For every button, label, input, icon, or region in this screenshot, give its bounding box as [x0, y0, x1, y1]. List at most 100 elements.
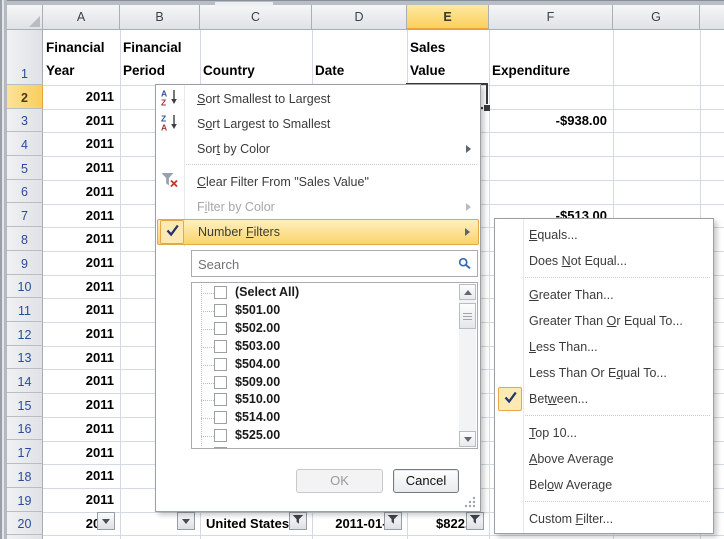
filter-dropdown-button-A[interactable] [97, 512, 115, 530]
list-item-value[interactable]: $525.00 [192, 428, 442, 446]
cell-A6[interactable]: 2011 [43, 180, 120, 204]
row-header-7[interactable]: 7 [7, 204, 43, 228]
cell-A2[interactable]: 2011 [43, 85, 120, 109]
menu-item-filter-by-color[interactable]: Filter by Color [157, 194, 479, 219]
cancel-button[interactable]: Cancel [393, 469, 459, 493]
menu-item-sort-smallest-to-largest[interactable]: AZSort Smallest to Largest [157, 86, 479, 111]
row-header-6[interactable]: 6 [7, 180, 43, 204]
value-checkbox[interactable] [214, 286, 227, 299]
menu-item-clear-filter[interactable]: Clear Filter From "Sales Value" [157, 169, 479, 194]
select-all-corner[interactable] [7, 5, 43, 30]
cell-A15[interactable]: 2011 [43, 393, 120, 417]
menu-item-sort-by-color[interactable]: Sort by Color [157, 136, 479, 161]
row-header-4[interactable]: 4 [7, 132, 43, 156]
submenu-item-less-than[interactable]: Less Than... [496, 334, 712, 360]
row-header-16[interactable]: 16 [7, 417, 43, 441]
list-item-value[interactable]: $504.00 [192, 357, 442, 375]
fill-handle[interactable] [483, 104, 490, 111]
header-cell-B[interactable]: FinancialPeriod [120, 30, 200, 85]
submenu-item-less-than-or-equal-to[interactable]: Less Than Or Equal To... [496, 360, 712, 386]
cell-A13[interactable]: 2011 [43, 346, 120, 370]
cell-F3[interactable]: -$938.00 [489, 109, 613, 133]
row-header-18[interactable]: 18 [7, 464, 43, 488]
filter-applied-button-C[interactable] [289, 512, 307, 530]
submenu-item-greater-than-or-equal-to[interactable]: Greater Than Or Equal To... [496, 308, 712, 334]
header-cell-D[interactable]: Date [312, 30, 407, 85]
submenu-item-equals[interactable]: Equals... [496, 222, 712, 248]
submenu-item-greater-than[interactable]: Greater Than... [496, 282, 712, 308]
list-item-value[interactable]: $502.00 [192, 321, 442, 339]
row-header-14[interactable]: 14 [7, 369, 43, 393]
cell-A5[interactable]: 2011 [43, 156, 120, 180]
cell-A11[interactable]: 2011 [43, 298, 120, 322]
row-header-20[interactable]: 20 [7, 512, 43, 536]
submenu-item-custom-filter[interactable]: Custom Filter... [496, 506, 712, 532]
cell-A7[interactable]: 2011 [43, 204, 120, 228]
row-header-19[interactable]: 19 [7, 488, 43, 512]
column-header-B[interactable]: B [120, 5, 200, 30]
menu-item-sort-largest-to-smallest[interactable]: ZASort Largest to Smallest [157, 111, 479, 136]
column-header-E[interactable]: E [407, 5, 489, 30]
submenu-item-below-average[interactable]: Below Average [496, 472, 712, 498]
row-header-17[interactable]: 17 [7, 441, 43, 465]
submenu-item-top-10[interactable]: Top 10... [496, 420, 712, 446]
row-header-9[interactable]: 9 [7, 251, 43, 275]
scroll-thumb[interactable] [459, 303, 476, 329]
cell-A10[interactable]: 2011 [43, 275, 120, 299]
column-header-G[interactable]: G [613, 5, 700, 30]
list-scrollbar[interactable] [459, 284, 476, 447]
value-checkbox[interactable] [214, 393, 227, 406]
submenu-item-between[interactable]: Between... [496, 386, 712, 412]
row-header-1[interactable]: 1 [7, 30, 43, 85]
row-header-15[interactable]: 15 [7, 393, 43, 417]
row-header-8[interactable]: 8 [7, 227, 43, 251]
row-header-12[interactable]: 12 [7, 322, 43, 346]
list-item-value[interactable]: $510.00 [192, 392, 442, 410]
value-checkbox[interactable] [214, 447, 227, 449]
cell-A8[interactable]: 2011 [43, 227, 120, 251]
value-checkbox[interactable] [214, 358, 227, 371]
value-checkbox[interactable] [214, 322, 227, 335]
value-checkbox[interactable] [214, 376, 227, 389]
header-cell-A[interactable]: FinancialYear [43, 30, 120, 85]
header-cell-F[interactable]: Expenditure [489, 30, 613, 85]
value-checkbox[interactable] [214, 340, 227, 353]
resize-grip[interactable] [461, 495, 477, 512]
column-header-F[interactable]: F [489, 5, 613, 30]
list-item-value[interactable]: $503.00 [192, 339, 442, 357]
header-cell-E[interactable]: SalesValue [407, 30, 489, 85]
submenu-item-does-not-equal[interactable]: Does Not Equal... [496, 248, 712, 274]
list-item-value[interactable] [192, 446, 442, 449]
cell-A4[interactable]: 2011 [43, 132, 120, 156]
row-header-2[interactable]: 2 [7, 85, 43, 109]
menu-item-number-filters[interactable]: Number Filters [157, 219, 479, 245]
list-item-value[interactable]: $509.00 [192, 375, 442, 393]
search-icon[interactable] [458, 257, 472, 274]
value-checkbox[interactable] [214, 411, 227, 424]
cell-A9[interactable]: 2011 [43, 251, 120, 275]
filter-dropdown-button-B[interactable] [177, 512, 195, 530]
row-header-3[interactable]: 3 [7, 109, 43, 133]
list-item-value[interactable]: $501.00 [192, 303, 442, 321]
cell-A12[interactable]: 2011 [43, 322, 120, 346]
row-header-10[interactable]: 10 [7, 275, 43, 299]
column-header-C[interactable]: C [200, 5, 312, 30]
cell-A17[interactable]: 2011 [43, 441, 120, 465]
row-header-11[interactable]: 11 [7, 298, 43, 322]
cell-A18[interactable]: 2011 [43, 464, 120, 488]
filter-applied-button-E[interactable] [466, 512, 484, 530]
column-header-A[interactable]: A [43, 5, 120, 30]
cell-A3[interactable]: 2011 [43, 109, 120, 133]
value-checkbox[interactable] [214, 429, 227, 442]
search-input[interactable] [196, 253, 450, 275]
row-header-5[interactable]: 5 [7, 156, 43, 180]
cell-A19[interactable]: 2011 [43, 488, 120, 512]
header-cell-C[interactable]: Country [200, 30, 312, 85]
value-checkbox[interactable] [214, 304, 227, 317]
scroll-down-button[interactable] [459, 431, 476, 447]
list-item-select-all[interactable]: (Select All) [192, 285, 442, 303]
list-item-value[interactable]: $514.00 [192, 410, 442, 428]
cell-A14[interactable]: 2011 [43, 369, 120, 393]
row-header-13[interactable]: 13 [7, 346, 43, 370]
filter-applied-button-D[interactable] [384, 512, 402, 530]
